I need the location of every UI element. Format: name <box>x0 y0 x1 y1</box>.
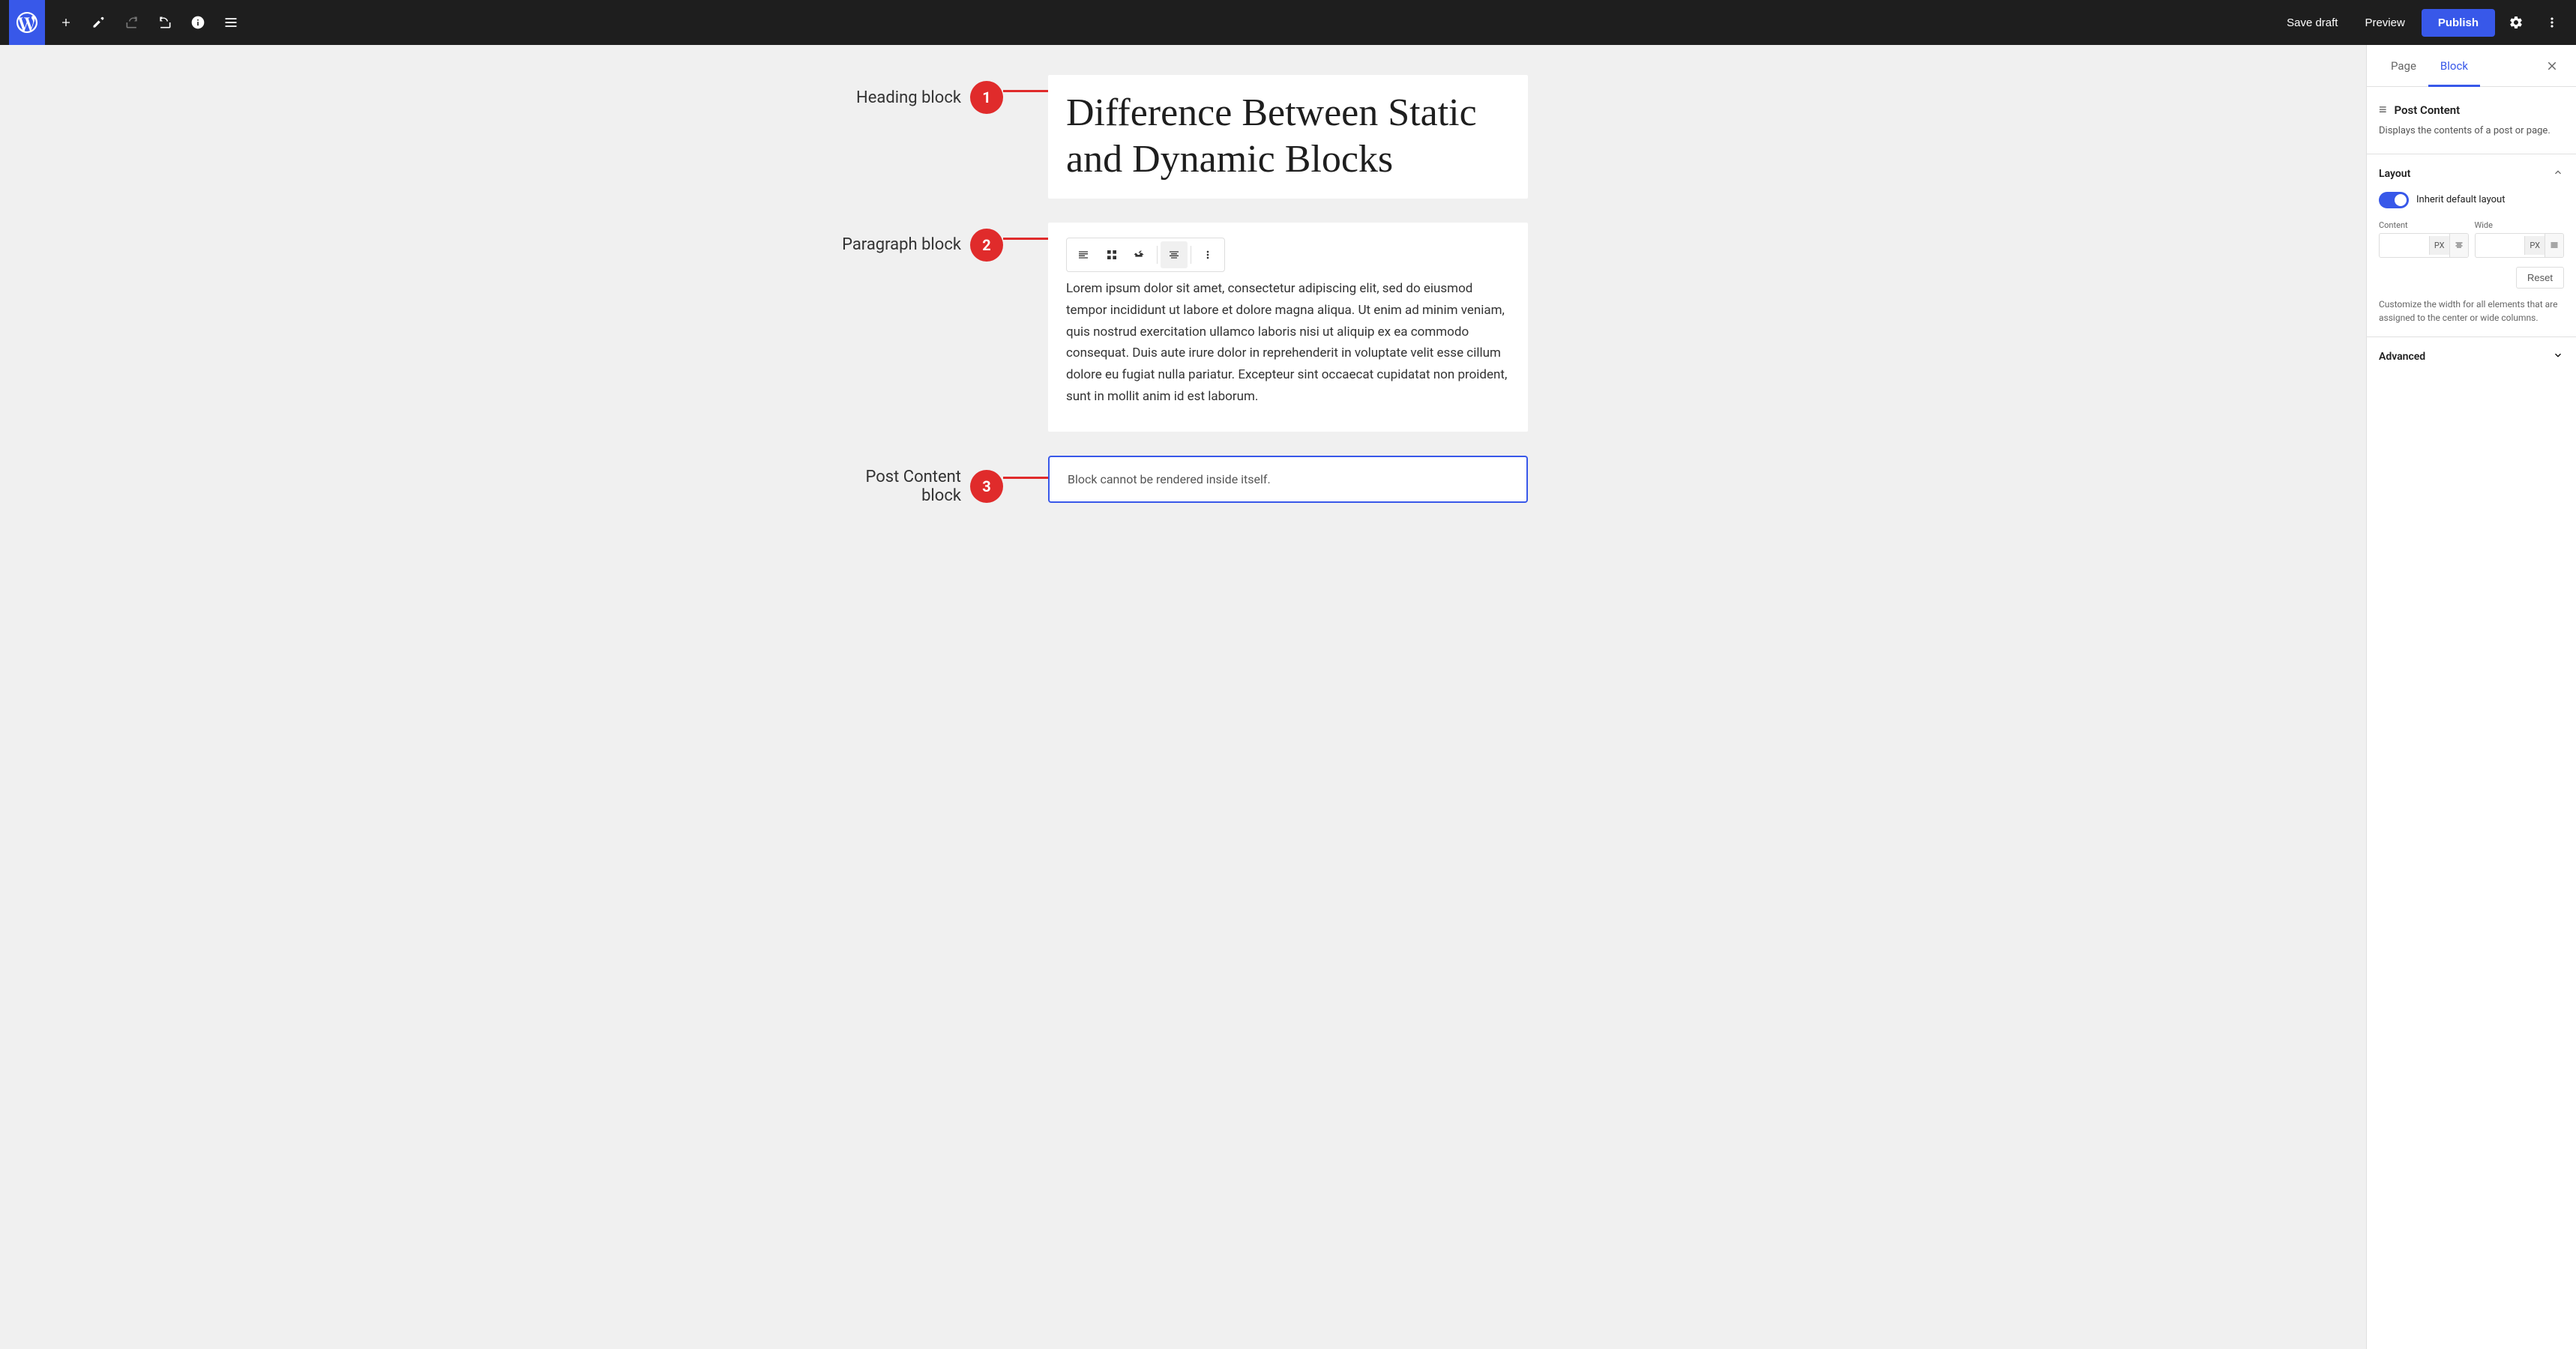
toolbar-more-btn[interactable] <box>1194 241 1221 268</box>
heading-text[interactable]: Difference Between Static and Dynamic Bl… <box>1066 90 1510 184</box>
sidebar-block-header: ≡ Post Content <box>2379 102 2564 118</box>
reset-button[interactable]: Reset <box>2516 267 2564 289</box>
add-block-button[interactable] <box>51 7 81 37</box>
sidebar-tabs: Page Block <box>2379 45 2480 87</box>
post-content-arrow <box>1003 477 1048 479</box>
content-width-group: Content PX <box>2379 220 2469 258</box>
content-unit-label: PX <box>2429 236 2449 255</box>
sidebar-block-title: Post Content <box>2395 103 2461 117</box>
width-inputs-row: Content PX Wide PX <box>2379 220 2564 258</box>
more-options-button[interactable] <box>2537 7 2567 37</box>
publish-button[interactable]: Publish <box>2422 9 2495 37</box>
sidebar-header: Page Block <box>2367 45 2576 87</box>
block-toolbar <box>1066 238 1225 272</box>
paragraph-arrow <box>1003 238 1048 240</box>
badge-2: 2 <box>970 229 1003 262</box>
layout-section-header[interactable]: Layout <box>2379 166 2564 181</box>
tab-page[interactable]: Page <box>2379 45 2428 87</box>
toolbar-align-btn[interactable] <box>1070 241 1097 268</box>
sidebar-block-description: Displays the contents of a post or page. <box>2379 124 2564 139</box>
heading-label-area: Heading block 1 <box>838 75 1003 114</box>
paragraph-label-area: Paragraph block 2 <box>838 223 1003 262</box>
heading-block-label: Heading block <box>856 88 961 107</box>
info-button[interactable] <box>183 7 213 37</box>
advanced-chevron-icon <box>2552 349 2564 364</box>
edit-button[interactable] <box>84 7 114 37</box>
width-description: Customize the width for all elements tha… <box>2379 298 2564 325</box>
wide-width-input[interactable] <box>2476 235 2525 256</box>
toolbar-move-btn[interactable] <box>1127 241 1154 268</box>
undo-button[interactable] <box>117 7 147 37</box>
save-draft-button[interactable]: Save draft <box>2276 10 2348 35</box>
wide-unit-label: PX <box>2524 236 2545 255</box>
paragraph-block-content[interactable]: Lorem ipsum dolor sit amet, consectetur … <box>1048 223 1528 432</box>
inherit-layout-toggle[interactable] <box>2379 192 2409 208</box>
content-width-control: PX <box>2379 233 2469 258</box>
editor-area[interactable]: Heading block 1 Difference Between Stati… <box>0 45 2366 1349</box>
badge-3: 3 <box>970 470 1003 503</box>
wide-width-group: Wide PX <box>2475 220 2565 258</box>
tab-block[interactable]: Block <box>2428 45 2480 87</box>
sidebar-close-button[interactable] <box>2540 54 2564 78</box>
post-content-icon: ≡ <box>2379 102 2387 118</box>
toolbar-grid-btn[interactable] <box>1098 241 1125 268</box>
wide-width-control: PX <box>2475 233 2565 258</box>
sidebar-block-info: ≡ Post Content Displays the contents of … <box>2367 87 2576 154</box>
main-layout: Heading block 1 Difference Between Stati… <box>0 45 2576 1349</box>
content-width-input[interactable] <box>2380 235 2429 256</box>
sidebar: Page Block ≡ Post Content Displays the c… <box>2366 45 2576 1349</box>
post-content-block-row: Post Content block 3 Block cannot be ren… <box>838 456 1528 505</box>
toolbar-right: Save draft Preview Publish <box>2276 7 2567 37</box>
heading-arrow <box>1003 90 1048 92</box>
layout-section-title: Layout <box>2379 168 2410 180</box>
post-content-message: Block cannot be rendered inside itself. <box>1068 472 1508 486</box>
content-width-label: Content <box>2379 220 2469 230</box>
inherit-layout-row: Inherit default layout <box>2379 192 2564 208</box>
badge-1: 1 <box>970 81 1003 114</box>
wp-logo <box>9 0 45 45</box>
layout-section: Layout Inherit default layout Content <box>2367 154 2576 337</box>
wide-align-icon <box>2545 234 2563 257</box>
post-content-label-area: Post Content block 3 <box>838 456 1003 505</box>
layout-chevron-icon <box>2552 166 2564 181</box>
toggle-knob <box>2395 194 2407 206</box>
advanced-section-title: Advanced <box>2379 351 2425 363</box>
advanced-section-header[interactable]: Advanced <box>2379 349 2564 364</box>
wide-width-label: Wide <box>2475 220 2565 230</box>
paragraph-block-label: Paragraph block <box>842 235 961 254</box>
toolbar-divider <box>1157 246 1158 264</box>
editor-content: Heading block 1 Difference Between Stati… <box>838 75 1528 1319</box>
list-view-button[interactable] <box>216 7 246 37</box>
preview-button[interactable]: Preview <box>2354 10 2415 35</box>
content-align-icon <box>2449 234 2468 257</box>
toolbar-align-center-btn[interactable] <box>1161 241 1188 268</box>
heading-block-content[interactable]: Difference Between Static and Dynamic Bl… <box>1048 75 1528 199</box>
advanced-section: Advanced <box>2367 337 2576 376</box>
toolbar-left <box>51 7 246 37</box>
post-content-block[interactable]: Block cannot be rendered inside itself. <box>1048 456 1528 503</box>
toolbar: Save draft Preview Publish <box>0 0 2576 45</box>
paragraph-text[interactable]: Lorem ipsum dolor sit amet, consectetur … <box>1066 278 1510 408</box>
inherit-layout-label: Inherit default layout <box>2416 194 2505 205</box>
redo-button[interactable] <box>150 7 180 37</box>
post-content-block-label: Post Content block <box>865 468 961 505</box>
heading-block-row: Heading block 1 Difference Between Stati… <box>838 75 1528 199</box>
paragraph-block-row: Paragraph block 2 <box>838 223 1528 432</box>
settings-button[interactable] <box>2501 7 2531 37</box>
